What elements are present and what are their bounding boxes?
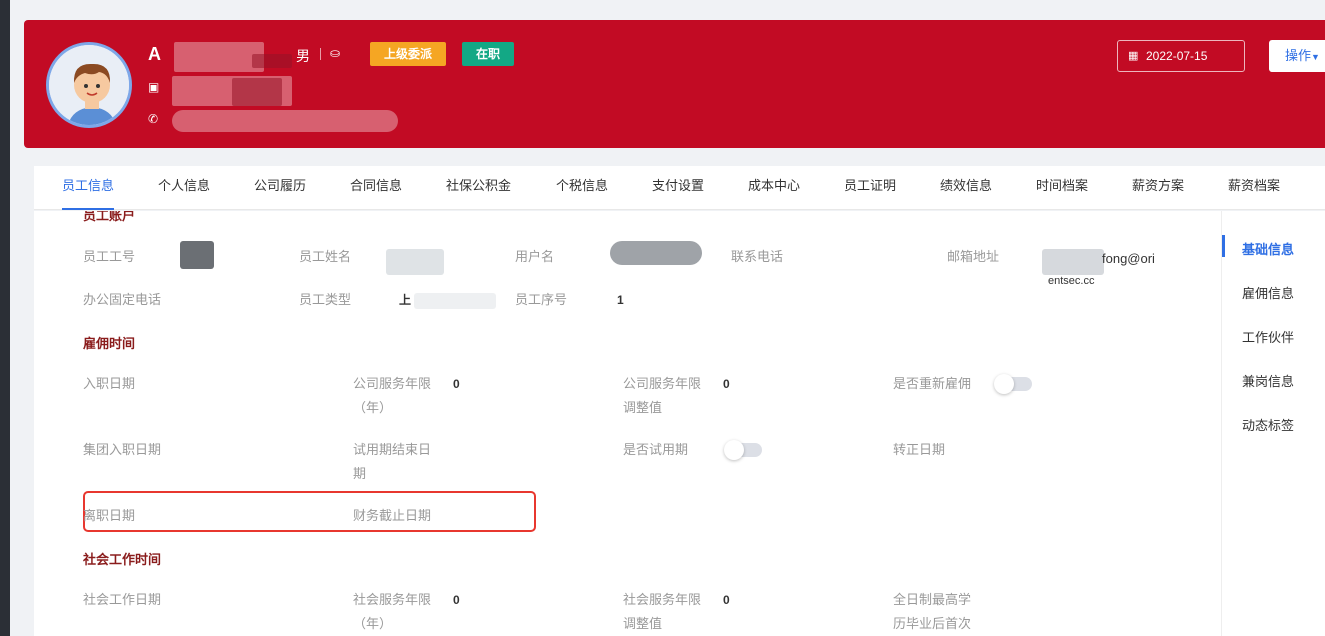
social-adjust-value: 0 xyxy=(723,593,730,607)
label-social-years: 社会服务年限 xyxy=(353,592,432,607)
redacted-employee-type xyxy=(414,293,496,309)
briefcase-icon: ▣ xyxy=(148,80,160,94)
label-employee-name: 员工姓名 xyxy=(299,249,352,264)
label-regular-date: 转正日期 xyxy=(893,442,946,457)
label-employee-type: 员工类型 xyxy=(299,292,352,307)
employee-type-value: 上 xyxy=(399,293,412,307)
operations-label: 操作 xyxy=(1285,48,1312,63)
probation-toggle[interactable] xyxy=(724,440,762,460)
label-probation-end: 试用期结束日 xyxy=(353,442,432,457)
anchor-employment-info[interactable]: 雇佣信息 xyxy=(1242,283,1294,302)
caret-down-icon: ▼ xyxy=(1311,52,1320,62)
label-is-probation: 是否试用期 xyxy=(623,442,689,457)
email-value-line1: fong@ori xyxy=(1102,251,1155,266)
anchor-work-partners[interactable]: 工作伙伴 xyxy=(1242,327,1294,346)
tab-company-history[interactable]: 公司履历 xyxy=(254,166,306,210)
main-tabs: 员工信息 个人信息 公司履历 合同信息 社保公积金 个税信息 支付设置 成本中心… xyxy=(34,166,1325,210)
anchor-dynamic-tags[interactable]: 动态标签 xyxy=(1242,415,1294,434)
label-edu-2: 历毕业后首次 xyxy=(893,616,972,631)
tab-performance[interactable]: 绩效信息 xyxy=(940,166,992,210)
label-service-years: 公司服务年限 xyxy=(353,376,432,391)
label-employee-id: 员工工号 xyxy=(83,249,136,264)
label-employee-seq: 员工序号 xyxy=(515,292,568,307)
label-service-years-unit: （年） xyxy=(353,400,393,415)
service-adjust-value: 0 xyxy=(723,377,730,391)
operations-button[interactable]: 操作▼ xyxy=(1269,40,1325,72)
label-finance-cutoff: 财务截止日期 xyxy=(353,508,432,523)
service-years-value: 0 xyxy=(453,377,460,391)
avatar-boy-icon xyxy=(49,45,129,125)
tab-payment-settings[interactable]: 支付设置 xyxy=(652,166,704,210)
label-phone: 联系电话 xyxy=(731,249,784,264)
label-rehire: 是否重新雇佣 xyxy=(893,376,972,391)
redacted-name-field xyxy=(386,249,444,275)
label-social-date: 社会工作日期 xyxy=(83,592,162,607)
tab-employee-certificate[interactable]: 员工证明 xyxy=(844,166,896,210)
redacted-employee-id xyxy=(180,241,214,269)
gender: 男 xyxy=(296,48,310,64)
section-social-title: 社会工作时间 xyxy=(83,552,162,567)
label-service-adjust-2: 调整值 xyxy=(623,400,663,415)
redacted-department-2 xyxy=(232,78,282,106)
calendar-icon: ▦ xyxy=(1128,50,1139,62)
tab-salary-plan[interactable]: 薪资方案 xyxy=(1132,166,1184,210)
profile-banner: A 男 ⛀ 上级委派 在职 ▣ ✆ ▦ 2022-07-15 操作▼ xyxy=(24,20,1325,148)
tab-employee-info[interactable]: 员工信息 xyxy=(62,166,115,210)
anchor-concurrent-post[interactable]: 兼岗信息 xyxy=(1242,371,1294,390)
label-entry-date: 入职日期 xyxy=(83,376,136,391)
tab-social-security[interactable]: 社保公积金 xyxy=(446,166,511,210)
badge-delegated: 上级委派 xyxy=(370,42,447,66)
email-value-line2: entsec.cc xyxy=(1048,275,1095,287)
label-social-adjust: 社会服务年限 xyxy=(623,592,702,607)
rehire-toggle[interactable] xyxy=(994,374,1032,394)
redacted-phone xyxy=(172,110,398,132)
birthday-icon: ⛀ xyxy=(330,46,341,60)
tab-personal-info[interactable]: 个人信息 xyxy=(158,166,210,210)
redacted-name-2 xyxy=(252,54,292,68)
label-edu: 全日制最高学 xyxy=(893,592,972,607)
tab-tax-info[interactable]: 个税信息 xyxy=(556,166,608,210)
anchor-active-indicator xyxy=(1222,235,1225,257)
label-probation-end-2: 期 xyxy=(353,466,367,481)
anchor-basic-info[interactable]: 基础信息 xyxy=(1242,239,1294,258)
tab-contract-info[interactable]: 合同信息 xyxy=(350,166,402,210)
label-group-entry: 集团入职日期 xyxy=(83,442,162,457)
anchor-nav: 基础信息 雇佣信息 工作伙伴 兼岗信息 动态标签 xyxy=(1221,211,1325,636)
label-service-adjust: 公司服务年限 xyxy=(623,376,702,391)
left-sidebar-edge xyxy=(0,0,10,636)
date-value: 2022-07-15 xyxy=(1146,49,1208,63)
phone-icon: ✆ xyxy=(148,112,159,126)
employee-name: A xyxy=(148,44,161,64)
detail-content: 员工账户 员工工号 员工姓名 用户名 联系电话 邮箱地址 fong@ori en… xyxy=(34,211,1221,636)
label-username: 用户名 xyxy=(515,249,555,264)
tab-time-records[interactable]: 时间档案 xyxy=(1036,166,1088,210)
label-social-adjust-2: 调整值 xyxy=(623,616,663,631)
badge-status: 在职 xyxy=(462,42,515,66)
section-account-title: 员工账户 xyxy=(83,211,136,223)
highlight-box xyxy=(83,491,536,532)
label-social-years-unit: （年） xyxy=(353,616,393,631)
avatar[interactable] xyxy=(46,42,132,128)
section-hire-title: 雇佣时间 xyxy=(83,336,136,351)
redacted-username xyxy=(610,241,702,265)
tab-salary-records[interactable]: 薪资档案 xyxy=(1228,166,1280,210)
app-root: A 男 ⛀ 上级委派 在职 ▣ ✆ ▦ 2022-07-15 操作▼ 员工信息 … xyxy=(10,0,1325,636)
redacted-name xyxy=(174,42,264,72)
label-leave-date: 离职日期 xyxy=(83,508,136,523)
divider xyxy=(320,48,321,60)
label-email: 邮箱地址 xyxy=(947,249,1000,264)
date-picker[interactable]: ▦ 2022-07-15 xyxy=(1117,40,1245,72)
tab-cost-center[interactable]: 成本中心 xyxy=(748,166,800,210)
label-office-phone: 办公固定电话 xyxy=(83,292,162,307)
employee-seq-value: 1 xyxy=(617,293,624,307)
social-years-value: 0 xyxy=(453,593,460,607)
redacted-email xyxy=(1042,249,1104,275)
